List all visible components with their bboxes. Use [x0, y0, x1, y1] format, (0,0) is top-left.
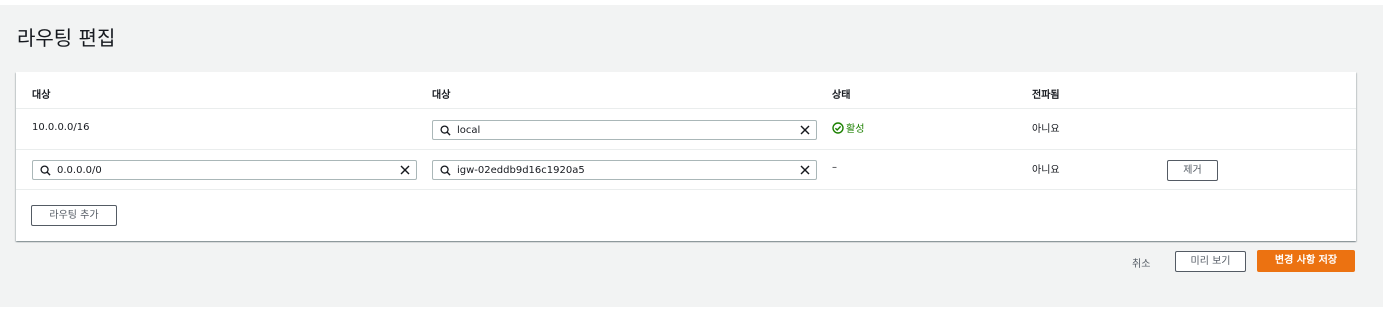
target-input[interactable]: local: [432, 120, 817, 140]
target-input[interactable]: igw-02eddb9d16c1920a5: [432, 160, 817, 180]
add-route-button[interactable]: 라우팅 추가: [31, 205, 117, 226]
status-label: 활성: [846, 124, 865, 135]
preview-button[interactable]: 미리 보기: [1175, 251, 1246, 272]
status-check-icon: [832, 122, 844, 134]
header-status: 상태: [832, 90, 851, 101]
row-propagated: 아니요: [1032, 165, 1060, 176]
clear-icon[interactable]: [799, 164, 811, 176]
remove-button[interactable]: 제거: [1167, 160, 1218, 181]
header-divider: [16, 108, 1356, 109]
row-destination: 10.0.0.0/16: [32, 122, 90, 133]
row-propagated: 아니요: [1032, 124, 1060, 135]
destination-input-value: 0.0.0.0/0: [57, 165, 102, 176]
save-changes-button[interactable]: 변경 사항 저장: [1257, 250, 1355, 272]
clear-icon[interactable]: [799, 124, 811, 136]
target-input-value: local: [457, 125, 481, 136]
status-active: 활성: [832, 120, 864, 135]
page-container: 라우팅 편집 대상 대상 상태 전파됨 10.0.0.0/16 local 활성…: [0, 5, 1383, 307]
search-icon: [440, 125, 451, 136]
header-target: 대상: [432, 90, 451, 101]
header-destination: 대상: [32, 90, 51, 101]
header-propagated: 전파됨: [1032, 90, 1060, 101]
destination-input[interactable]: 0.0.0.0/0: [32, 160, 417, 180]
search-icon: [440, 165, 451, 176]
clear-icon[interactable]: [399, 164, 411, 176]
cancel-button[interactable]: 취소: [1132, 255, 1150, 270]
target-input-value: igw-02eddb9d16c1920a5: [457, 165, 585, 176]
page-title: 라우팅 편집: [17, 26, 116, 50]
routes-table: 대상 대상 상태 전파됨 10.0.0.0/16 local 활성 아니요 0.…: [16, 72, 1356, 241]
row-status: –: [832, 162, 837, 173]
row-divider: [16, 189, 1356, 190]
search-icon: [40, 165, 51, 176]
row-divider: [16, 149, 1356, 150]
